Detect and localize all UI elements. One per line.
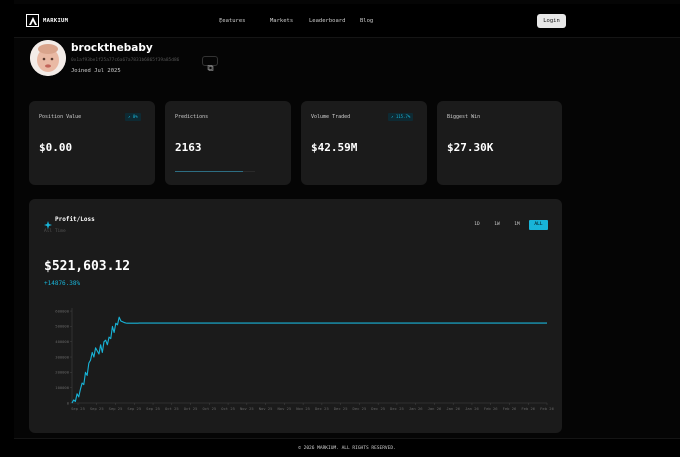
- x-tick-label: Feb 26: [503, 406, 517, 411]
- y-tick-label: 600000: [55, 308, 69, 313]
- y-tick-label: 0: [67, 400, 70, 405]
- x-tick-label: Oct 25: [221, 406, 235, 411]
- range-1m[interactable]: 1M: [510, 220, 524, 230]
- stat-label: Predictions: [175, 114, 209, 120]
- brand-name: MARKIUM: [43, 17, 69, 24]
- pnl-series-line: [71, 316, 547, 404]
- range-1w[interactable]: 1W: [490, 220, 504, 230]
- y-tick-label: 500000: [55, 324, 69, 329]
- y-tick-label: 300000: [55, 354, 69, 359]
- y-tick-label: 200000: [55, 370, 69, 375]
- stat-value: 2163: [175, 141, 202, 154]
- x-tick-label: Dec 25: [353, 406, 367, 411]
- x-tick-label: Feb 26: [484, 406, 498, 411]
- x-tick-label: Jan 26: [446, 406, 460, 411]
- wallet-address: 0x1af93be1f25a77c6a67a7831b6865f39a85d86: [71, 58, 180, 63]
- x-tick-label: Sep 25: [90, 406, 104, 411]
- stat-badge: ↗ 0%: [125, 113, 141, 121]
- x-tick-label: Sep 25: [146, 406, 160, 411]
- x-tick-label: Jan 26: [409, 406, 423, 411]
- markium-logo-icon: [26, 14, 39, 27]
- x-tick-label: Dec 25: [390, 406, 404, 411]
- x-tick-label: Jan 26: [465, 406, 479, 411]
- profile-username: brockthebaby: [71, 42, 153, 54]
- top-nav: MARKIUM Features ⌄ Markets Leaderboard B…: [14, 4, 680, 38]
- copy-icon: [207, 65, 214, 71]
- y-tick-label: 400000: [55, 339, 69, 344]
- x-tick-label: Oct 25: [184, 406, 198, 411]
- stat-badge: ↗ 115.7%: [388, 113, 414, 121]
- avatar: [30, 40, 66, 76]
- x-tick-label: Nov 25: [240, 406, 254, 411]
- joined-date: Joined Jul 2025: [71, 68, 121, 74]
- x-tick-label: Sep 25: [109, 406, 123, 411]
- x-tick-label: Sep 25: [71, 406, 85, 411]
- x-tick-label: Nov 25: [296, 406, 310, 411]
- predictions-progress-track: [175, 171, 255, 172]
- x-tick-label: Oct 25: [165, 406, 179, 411]
- stat-label: Biggest Win: [447, 114, 481, 120]
- y-tick-label: 100000: [55, 385, 69, 390]
- x-tick-label: Oct 25: [202, 406, 216, 411]
- nav-blog[interactable]: Blog: [360, 18, 373, 24]
- stat-card-biggest-win: Biggest Win $27.30K: [437, 101, 562, 185]
- stat-card-predictions: Predictions 2163: [165, 101, 291, 185]
- stat-value: $42.59M: [311, 141, 358, 154]
- x-tick-label: Feb 26: [540, 406, 554, 411]
- pnl-change: +14876.38%: [44, 280, 81, 287]
- brand-logo[interactable]: MARKIUM: [26, 14, 68, 27]
- copy-address-button[interactable]: [202, 56, 218, 71]
- predictions-progress-fill: [175, 171, 243, 172]
- pnl-title: Profit/Loss: [55, 216, 95, 223]
- nav-features[interactable]: Features ⌄: [219, 18, 246, 24]
- range-all[interactable]: ALL: [529, 220, 548, 230]
- pnl-chart: 0 100000 200000 300000 400000 500000 600000 Sep…: [55, 308, 555, 411]
- x-tick-label: Nov 25: [259, 406, 273, 411]
- x-tick-label: Jan 26: [428, 406, 442, 411]
- stat-value: $0.00: [39, 141, 73, 154]
- stat-value: $27.30K: [447, 141, 494, 154]
- nav-leaderboard[interactable]: Leaderboard: [309, 18, 345, 24]
- x-tick-label: Sep 25: [127, 406, 141, 411]
- stat-card-volume-traded: Volume Traded ↗ 115.7% $42.59M: [301, 101, 427, 185]
- login-button[interactable]: Login: [537, 14, 566, 28]
- stat-label: Volume Traded: [311, 114, 351, 120]
- stat-card-position-value: Position Value ↗ 0% $0.00: [29, 101, 155, 185]
- nav-features-label: Features: [219, 18, 246, 24]
- pnl-subtitle: All Time: [44, 229, 66, 234]
- x-tick-label: Dec 25: [371, 406, 385, 411]
- pnl-value: $521,603.12: [44, 259, 131, 274]
- x-tick-label: Dec 25: [315, 406, 329, 411]
- range-1d[interactable]: 1D: [470, 220, 484, 230]
- footer: © 2026 MARKIUM. ALL RIGHTS RESERVED.: [14, 438, 680, 457]
- x-tick-label: Feb 26: [521, 406, 535, 411]
- stat-label: Position Value: [39, 114, 82, 120]
- x-tick-label: Dec 25: [334, 406, 348, 411]
- x-tick-label: Nov 25: [278, 406, 292, 411]
- nav-markets[interactable]: Markets: [270, 18, 293, 24]
